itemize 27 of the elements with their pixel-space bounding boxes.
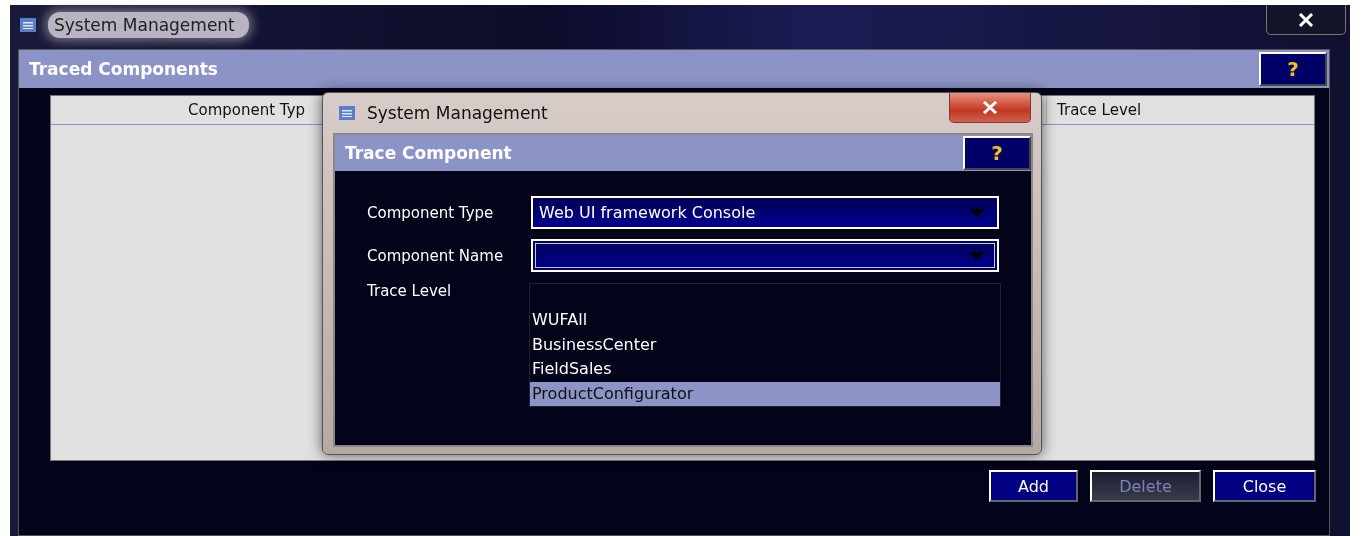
action-button[interactable]: Add (989, 470, 1078, 502)
action-button[interactable]: Close (1213, 470, 1316, 502)
caret-icon (969, 208, 985, 217)
close-icon (1298, 12, 1314, 27)
dialog-title: System Management (367, 103, 548, 123)
app-icon (20, 18, 36, 32)
help-button[interactable]: ? (1259, 52, 1327, 86)
close-icon (982, 101, 998, 114)
dropdown-option[interactable]: BusinessCenter (530, 332, 1000, 357)
app-icon (339, 106, 355, 120)
close-button[interactable] (949, 93, 1031, 123)
panel-title: Trace Component (344, 143, 512, 163)
column-header: Trace Level (1046, 96, 1314, 124)
caret-icon (969, 251, 985, 260)
field-label: Trace Level (367, 282, 453, 300)
close-button[interactable] (1266, 5, 1346, 35)
dropdown-option[interactable]: ProductConfigurator (530, 381, 1000, 406)
dropdown-field[interactable]: Web UI framework Console (531, 196, 999, 229)
dropdown-option[interactable]: WUFAll (530, 308, 1000, 333)
dropdown-option[interactable]: FieldSales (530, 357, 1000, 382)
panel-title: Traced Components (28, 59, 218, 79)
column-header: Component Typ (188, 101, 306, 119)
field-label: Component Type (367, 203, 495, 222)
help-button[interactable]: ? (963, 136, 1031, 170)
field-label: Component Name (367, 246, 505, 265)
window-title: System Management (48, 12, 249, 38)
dropdown-field[interactable] (531, 239, 999, 272)
